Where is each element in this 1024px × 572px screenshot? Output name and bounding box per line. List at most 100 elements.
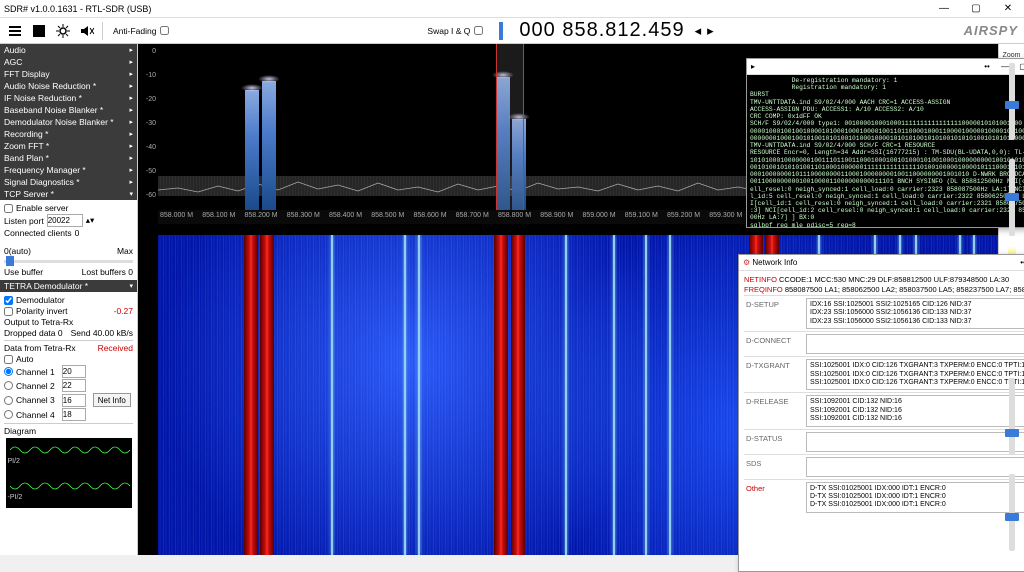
panel-baseband-noise-blanker-[interactable]: Baseband Noise Blanker *▸ — [0, 104, 137, 116]
mute-icon[interactable] — [78, 22, 96, 40]
lost-buffers-label: Lost buffers 0 — [82, 267, 133, 277]
freqinfo-label: FREQINFO — [744, 285, 783, 294]
netinfo-header[interactable]: ⚙ Network Info••―▢✕ — [739, 255, 1024, 271]
frequency-display[interactable]: 000 858.812.459 — [519, 19, 684, 42]
netinfo-row-d-status: D-STATUS▴▾ — [744, 429, 1024, 454]
stop-icon[interactable] — [30, 22, 48, 40]
console-header[interactable]: ▸••―▢✕ — [747, 59, 1024, 75]
panel-band-plan-[interactable]: Band Plan *▸ — [0, 152, 137, 164]
netinfo-row-box[interactable]: IDX:16 SSI:1025001 SSI2:1025165 CID:126 … — [806, 298, 1024, 329]
polarity-value: -0.27 — [114, 306, 133, 316]
clients-value: 0 — [75, 228, 80, 238]
panel-signal-diagnostics-[interactable]: Signal Diagnostics *▸ — [0, 176, 137, 188]
channel1-radio[interactable] — [4, 367, 13, 376]
netinfo-row-d-txgrant: D-TXGRANTSSI:1025001 IDX:0 CID:126 TXGRA… — [744, 356, 1024, 392]
netinfo-label: NETINFO — [744, 275, 777, 284]
panel-tcp-server[interactable]: TCP Server *▾ — [0, 188, 137, 200]
left-sidebar: Audio▸AGC▸FFT Display▸Audio Noise Reduct… — [0, 44, 138, 555]
contrast-slider[interactable] — [1009, 159, 1015, 236]
panel-agc[interactable]: AGC▸ — [0, 56, 137, 68]
console-body[interactable]: De-registration mandatory: 1 Registratio… — [747, 75, 1024, 227]
spinner-icon[interactable]: ▴▾ — [86, 215, 95, 226]
channel1-input[interactable] — [62, 365, 86, 378]
panel-zoom-fft-[interactable]: Zoom FFT *▸ — [0, 140, 137, 152]
netinfo-row-box[interactable]: ▴▾ — [806, 432, 1024, 452]
demodulator-label: Demodulator — [16, 295, 65, 305]
netinfo-row-box[interactable]: SSI:1025001 IDX:0 CID:126 TXGRANT:3 TXPE… — [806, 359, 1024, 390]
swap-iq-checkbox[interactable]: Swap I & Q — [423, 24, 487, 38]
max-label: Max — [117, 246, 133, 256]
channel2-radio[interactable] — [4, 381, 13, 390]
panel-if-noise-reduction-[interactable]: IF Noise Reduction *▸ — [0, 92, 137, 104]
output-label: Output to Tetra-Rx — [4, 317, 73, 327]
console-window: ▸••―▢✕ De-registration mandatory: 1 Regi… — [746, 58, 1024, 228]
spectrum-yaxis: 0-10-20-30-40-50-60 — [138, 44, 158, 208]
range-slider[interactable] — [1009, 378, 1015, 455]
polarity-label: Polarity invert — [16, 306, 68, 316]
dropped-label: Dropped data 0 — [4, 328, 63, 338]
panel-frequency-manager-[interactable]: Frequency Manager *▸ — [0, 164, 137, 176]
volume-indicator[interactable] — [499, 22, 503, 40]
offset-slider[interactable] — [1009, 474, 1015, 551]
center-area: 0-10-20-30-40-50-60 858.000 M858.100 M85… — [138, 44, 998, 555]
freq-step-left-icon[interactable]: ◂ — [695, 23, 702, 39]
netinfo-button[interactable]: Net Info — [93, 393, 131, 407]
netinfo-title: Network Info — [752, 258, 797, 267]
rate-label: Send 40.00 kB/s — [71, 328, 133, 338]
netinfo-row-label: D-STATUS — [744, 430, 806, 454]
anti-fading-checkbox[interactable]: Anti-Fading — [109, 24, 173, 38]
received-label: Received — [98, 343, 133, 353]
panel-audio[interactable]: Audio▸ — [0, 44, 137, 56]
panel-tetra[interactable]: TETRA Demodulator *▾ — [0, 280, 137, 292]
panel-fft-display[interactable]: FFT Display▸ — [0, 68, 137, 80]
airspy-logo: AIRSPY — [964, 23, 1018, 38]
netinfo-dots-icon[interactable]: •• — [1017, 258, 1024, 267]
netinfo-text: CCODE:1 MCC:530 MNC:29 DLF:858812500 ULF… — [779, 275, 1009, 284]
channel4-radio[interactable] — [4, 410, 13, 419]
pi2-label: PI/2 — [8, 458, 20, 465]
netinfo-row-box[interactable]: ▴▾ — [806, 457, 1024, 477]
close-button[interactable]: ✕ — [996, 3, 1020, 14]
polarity-checkbox[interactable] — [4, 307, 13, 316]
titlebar: SDR# v1.0.0.1631 - RTL-SDR (USB) ― ▢ ✕ — [0, 0, 1024, 18]
console-max-icon[interactable]: ▢ — [1017, 62, 1024, 71]
netinfo-row-box[interactable]: ▴▾ — [806, 334, 1024, 354]
channel4-label: Channel 4 — [16, 410, 55, 420]
console-dots-icon[interactable]: •• — [981, 62, 993, 71]
zoom-slider[interactable] — [1009, 63, 1015, 140]
panel-audio-noise-reduction-[interactable]: Audio Noise Reduction *▸ — [0, 80, 137, 92]
menu-icon[interactable] — [6, 22, 24, 40]
console-icon: ▸ — [751, 62, 755, 71]
use-buffer-label: Use buffer — [4, 267, 43, 277]
channel2-input[interactable] — [62, 379, 86, 392]
netinfo-row-box[interactable]: D-TX SSI:01025001 IDX:000 IDT:1 ENCR:0 D… — [806, 482, 1024, 513]
netinfo-row-other: OtherD-TX SSI:01025001 IDX:000 IDT:1 ENC… — [744, 479, 1024, 515]
window-buttons: ― ▢ ✕ — [932, 3, 1020, 14]
diagram-label: Diagram — [4, 426, 36, 436]
neg-pi2-label: -PI/2 — [8, 494, 23, 501]
netinfo-row-label: D-CONNECT — [744, 332, 806, 356]
channel3-radio[interactable] — [4, 396, 13, 405]
auto-checkbox[interactable] — [4, 355, 13, 364]
gear-icon[interactable] — [54, 22, 72, 40]
channel2-label: Channel 2 — [16, 381, 55, 391]
netinfo-icon: ⚙ — [743, 258, 750, 267]
netinfo-row-box[interactable]: SSI:1092001 CID:132 NID:16 SSI:1092001 C… — [806, 395, 1024, 426]
clients-label: Connected clients — [4, 228, 72, 238]
freqinfo-text: 858087500 LA1; 858062500 LA2; 858037500 … — [785, 285, 1024, 294]
netinfo-row-d-release: D-RELEASESSI:1092001 CID:132 NID:16 SSI:… — [744, 392, 1024, 428]
demodulator-checkbox[interactable] — [4, 296, 13, 305]
enable-server-checkbox[interactable] — [4, 204, 13, 213]
freq-step-right-icon[interactable]: ▸ — [707, 23, 714, 39]
minimize-button[interactable]: ― — [932, 3, 956, 14]
panel-recording-[interactable]: Recording *▸ — [0, 128, 137, 140]
phase-diagram: PI/2 -PI/2 — [6, 438, 132, 508]
maximize-button[interactable]: ▢ — [964, 3, 988, 14]
channel4-input[interactable] — [62, 408, 86, 421]
buffer-slider[interactable] — [4, 260, 133, 263]
netinfo-row-d-setup: D-SETUPIDX:16 SSI:1025001 SSI2:1025165 C… — [744, 295, 1024, 331]
netinfo-row-label: SDS — [744, 455, 806, 479]
listen-port-input[interactable] — [47, 214, 83, 227]
panel-demodulator-noise-blanker-[interactable]: Demodulator Noise Blanker *▸ — [0, 116, 137, 128]
channel3-input[interactable] — [62, 394, 86, 407]
